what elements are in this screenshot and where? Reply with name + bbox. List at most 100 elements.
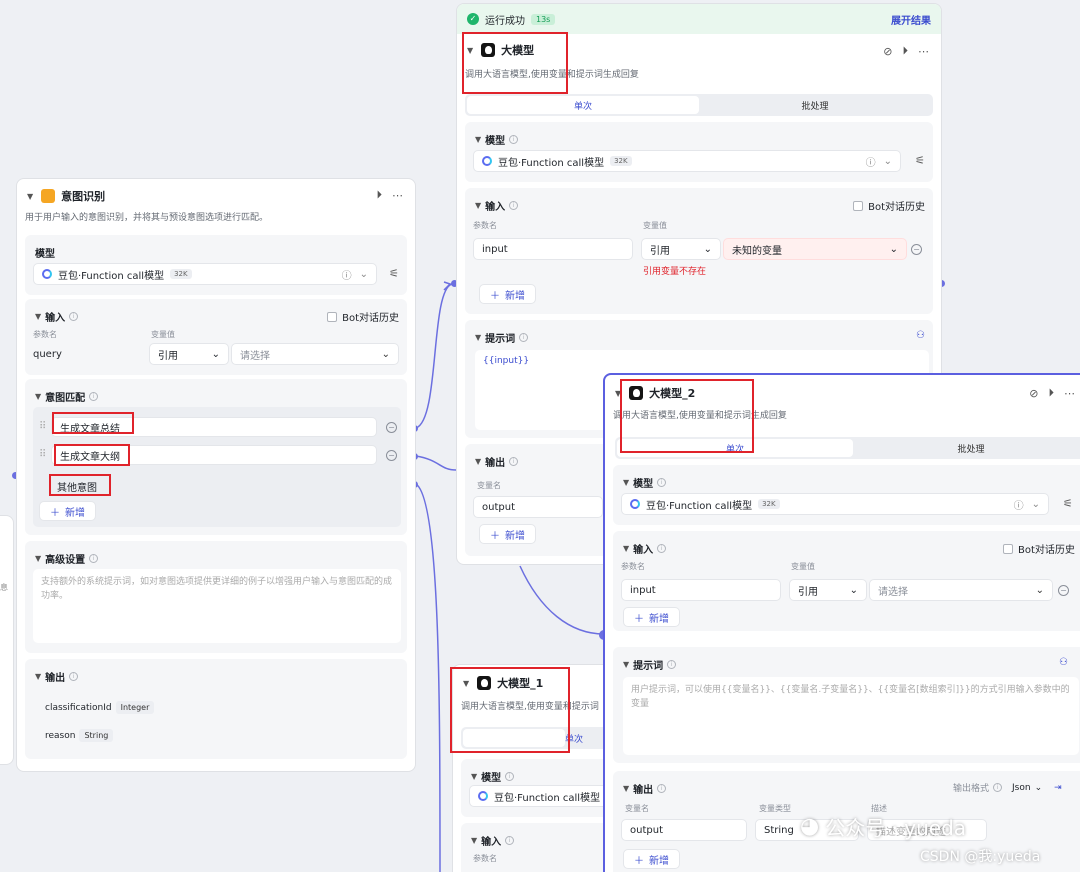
add-input-button[interactable]: ＋新增 [479, 284, 536, 304]
param-col: 参数名 [33, 330, 57, 339]
wechat-icon: ◕ [800, 814, 820, 839]
intent-node[interactable]: ▼ 意图识别 ⏵ ⋯ 用于用户输入的意图识别，并将其与预设意图选项进行匹配。 模… [16, 178, 416, 772]
info-icon[interactable]: ⓘ [866, 154, 876, 169]
more-icon[interactable]: ⋯ [392, 189, 403, 202]
bot-history-toggle[interactable]: Bot对话历史 [327, 309, 399, 324]
export-icon[interactable]: ⇥ [1054, 783, 1062, 793]
ref-select[interactable]: 引用 ⌄ [789, 579, 867, 601]
run-icon[interactable]: ⏵ [377, 188, 383, 202]
param-input[interactable]: input [621, 579, 781, 601]
bot-history-toggle[interactable]: Bot对话历史 [1003, 541, 1075, 556]
node-title: 意图识别 [61, 190, 106, 203]
chevron-down-icon[interactable]: ▼ [35, 392, 41, 401]
output-label: ▼ 输出 i [623, 781, 667, 796]
remove-icon[interactable]: − [1058, 585, 1069, 596]
settings-sliders-icon[interactable]: ⚟ [1063, 497, 1073, 510]
intent-item-1[interactable]: 生成文章总结 [51, 417, 377, 437]
var-select-error[interactable]: 未知的变量 ⌄ [723, 238, 907, 260]
tab-batch[interactable]: 批处理 [699, 96, 931, 114]
bot-history-toggle[interactable]: Bot对话历史 [853, 198, 925, 213]
model-select[interactable]: 豆包·Function call模型 [469, 785, 611, 807]
value-col: 变量值 [791, 562, 815, 571]
var-select[interactable]: 请选择 ⌄ [231, 343, 399, 365]
more-icon[interactable]: ⋯ [918, 45, 929, 58]
tab-batch[interactable]: 批处理 [853, 439, 1080, 457]
output-row: classificationId Integer [45, 701, 155, 714]
remove-icon[interactable]: − [386, 450, 397, 461]
chevron-down-icon[interactable]: ▼ [623, 660, 629, 669]
info-icon: i [657, 478, 667, 487]
more-icon[interactable]: ⋯ [1064, 387, 1075, 400]
checkbox[interactable] [853, 200, 864, 211]
prompt-library-icon[interactable]: ⚇ [1059, 657, 1068, 668]
chevron-down-icon[interactable]: ▼ [615, 389, 621, 398]
chevron-down-icon[interactable]: ▼ [35, 312, 41, 321]
param-input[interactable]: input [473, 238, 633, 260]
var-select[interactable]: 请选择 ⌄ [869, 579, 1053, 601]
chevron-down-icon[interactable]: ▼ [35, 672, 41, 681]
chevron-down-icon[interactable]: ⌄ [360, 269, 368, 280]
output-label: ▼ 输出 i [475, 454, 519, 469]
intent-item-2[interactable]: 生成文章大纲 [51, 445, 377, 465]
info-icon[interactable]: ⓘ [342, 267, 352, 282]
debug-off-icon[interactable]: ⊘ [1029, 387, 1038, 400]
add-output-button[interactable]: ＋新增 [479, 524, 536, 544]
llm-controls: ⊘ ⏵ ⋯ [883, 44, 929, 58]
doubao-icon [630, 499, 640, 509]
chevron-down-icon[interactable]: ⌄ [884, 156, 892, 167]
add-input-button[interactable]: ＋新增 [623, 607, 680, 627]
chevron-down-icon[interactable]: ▼ [471, 772, 477, 781]
tab-single[interactable]: 单次 [617, 439, 853, 457]
run-icon[interactable]: ⏵ [1049, 386, 1055, 400]
checkbox[interactable] [327, 311, 338, 322]
chevron-down-icon: ⌄ [1034, 782, 1043, 793]
drag-handle-icon[interactable]: ⠿ [39, 421, 46, 432]
add-intent-button[interactable]: ＋新增 [39, 501, 96, 521]
prompt-textarea[interactable]: 用户提示词，可以使用{{变量名}}、{{变量名.子变量名}}、{{变量名[数组索… [623, 677, 1079, 755]
output-format[interactable]: 输出格式 i Json ⌄ ⇥ [953, 781, 1062, 795]
remove-icon[interactable]: − [386, 422, 397, 433]
model-select[interactable]: 豆包·Function call模型 32K ⓘ ⌄ [473, 150, 901, 172]
llm1-node[interactable]: ▼ 大模型_1 调用大语言模型,使用变量和提示词 单次 ▼ 模型 i 豆包·Fu… [452, 664, 612, 872]
chevron-down-icon: ⌄ [849, 584, 858, 596]
debug-off-icon[interactable]: ⊘ [883, 45, 892, 58]
chevron-down-icon[interactable]: ▼ [475, 201, 481, 210]
chevron-down-icon[interactable]: ▼ [623, 544, 629, 553]
drag-handle-icon[interactable]: ⠿ [39, 449, 46, 460]
prompt-library-icon[interactable]: ⚇ [916, 330, 925, 341]
settings-sliders-icon[interactable]: ⚟ [915, 154, 925, 167]
input-section: ▼ 输入 i Bot对话历史 参数名 变量值 input 引用 ⌄ 请选择 ⌄ … [613, 531, 1080, 631]
output-name-input[interactable]: output [473, 496, 603, 518]
tab-single-blank[interactable] [463, 729, 565, 747]
chevron-down-icon[interactable]: ▼ [463, 679, 469, 688]
chevron-down-icon[interactable]: ▼ [471, 836, 477, 845]
model-label: 模型 [35, 249, 55, 260]
chevron-down-icon[interactable]: ▼ [475, 135, 481, 144]
chevron-down-icon[interactable]: ▼ [467, 46, 473, 55]
ref-select[interactable]: 引用 ⌄ [149, 343, 229, 365]
info-icon[interactable]: ⓘ [1014, 497, 1024, 512]
add-output-button[interactable]: ＋新增 [623, 849, 680, 869]
ref-select[interactable]: 引用 ⌄ [641, 238, 721, 260]
prompt-section: ▼ 提示词 i ⚇ 用户提示词，可以使用{{变量名}}、{{变量名.子变量名}}… [613, 647, 1080, 763]
llm2-node[interactable]: ▼ 大模型_2 ⊘ ⏵ ⋯ 调用大语言模型,使用变量和提示词生成回复 单次 批处… [603, 373, 1080, 872]
chevron-down-icon[interactable]: ▼ [475, 333, 481, 342]
checkbox[interactable] [1003, 543, 1013, 554]
chevron-down-icon[interactable]: ▼ [623, 478, 629, 487]
model-select[interactable]: 豆包·Function call模型 32K ⓘ ⌄ [33, 263, 377, 285]
run-icon[interactable]: ⏵ [903, 44, 909, 58]
chevron-down-icon[interactable]: ▼ [27, 192, 33, 201]
remove-icon[interactable]: − [911, 244, 922, 255]
model-select[interactable]: 豆包·Function call模型 32K ⓘ ⌄ [621, 493, 1049, 515]
settings-sliders-icon[interactable]: ⚟ [389, 267, 399, 280]
expand-result-link[interactable]: 展开结果 [891, 12, 931, 27]
advanced-textarea[interactable]: 支持额外的系统提示词，如对意图选项提供更详细的例子以增强用户输入与意图匹配的成功… [33, 569, 401, 643]
input-section: ▼ 输入 i Bot对话历史 参数名 变量值 input 引用 ⌄ 未知的变量 … [465, 188, 933, 314]
chevron-down-icon[interactable]: ▼ [623, 784, 629, 793]
input-label: ▼ 输入 i [475, 198, 519, 213]
output-name-input[interactable]: output [621, 819, 747, 841]
chevron-down-icon[interactable]: ⌄ [1032, 499, 1040, 510]
chevron-down-icon[interactable]: ▼ [35, 554, 41, 563]
chevron-down-icon[interactable]: ▼ [475, 457, 481, 466]
tab-single[interactable]: 单次 [467, 96, 699, 114]
